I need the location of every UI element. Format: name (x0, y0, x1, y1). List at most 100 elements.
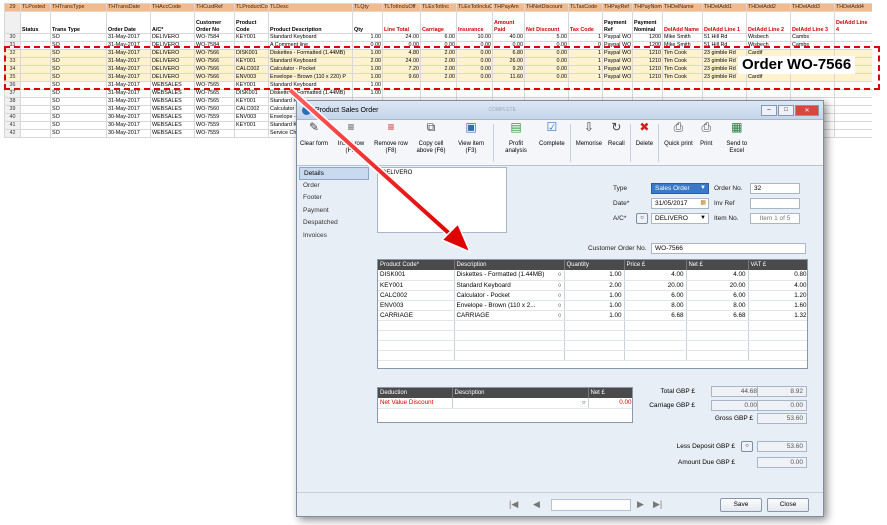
sheet-cell[interactable]: Mike Smith (662, 33, 703, 42)
sheet-cell[interactable]: WO-7566 (194, 73, 235, 82)
sheet-cell[interactable]: WO-7584 (194, 41, 235, 50)
sheet-cell[interactable] (20, 121, 51, 130)
row-number[interactable]: 29 (4, 3, 21, 12)
sheet-cell[interactable]: 10.00 (456, 33, 493, 42)
empty-cell[interactable] (564, 350, 625, 361)
sheet-cell[interactable] (420, 89, 457, 98)
deduction-net[interactable]: 0.00 (588, 398, 632, 409)
sheet-cell[interactable] (834, 121, 872, 130)
sheet-cell[interactable]: 0.00 (456, 41, 493, 50)
sheet-cell[interactable]: Wisbech (746, 41, 791, 50)
sheet-cell[interactable]: CALC002 (234, 65, 269, 74)
empty-cell[interactable] (454, 340, 565, 351)
sheet-cell[interactable]: Product Code (234, 11, 269, 34)
sheet-cell[interactable]: TLExTotIncluOff (456, 3, 493, 12)
sheet-cell[interactable]: Payment Nominal (632, 11, 663, 34)
sheet-cell[interactable]: Diskettes - Formatted (1.44MB) (268, 89, 353, 98)
order-line-row[interactable]: CALC002 Calculator - Pocket ○ 1.00 6.00 6.00 1… (378, 290, 807, 301)
empty-cell[interactable] (378, 340, 455, 351)
row-number[interactable]: 32 (4, 49, 21, 58)
line-vat[interactable]: 0.80 (748, 270, 807, 281)
nav-footer[interactable]: Footer (299, 192, 369, 205)
sheet-cell[interactable]: 1210 (632, 65, 663, 74)
sheet-cell[interactable]: 2.00 (420, 65, 457, 74)
line-net[interactable]: 8.00 (686, 300, 749, 311)
sheet-cell[interactable]: Carriage (420, 11, 457, 34)
sheet-cell[interactable]: 9.20 (492, 65, 525, 74)
sheet-cell[interactable]: SO (50, 121, 107, 130)
sheet-cell[interactable] (20, 41, 51, 50)
empty-cell[interactable] (624, 350, 687, 361)
sheet-cell[interactable] (20, 113, 51, 122)
print-button[interactable]: ⎙ Print (696, 121, 717, 148)
line-desc[interactable]: Standard Keyboard ○ (454, 280, 565, 291)
sheet-cell[interactable] (20, 73, 51, 82)
sheet-cell[interactable]: Cambs (790, 33, 835, 42)
sheet-cell[interactable] (20, 81, 51, 90)
sheet-cell[interactable]: WEBSALES (150, 129, 195, 138)
sheet-cell[interactable] (20, 89, 51, 98)
sheet-cell[interactable] (492, 81, 525, 90)
column-header[interactable]: Net £ (588, 388, 632, 398)
sheet-cell[interactable]: WO-7559 (194, 121, 235, 130)
row-number[interactable]: 33 (4, 57, 21, 66)
lookup-icon[interactable]: ○ (558, 292, 562, 299)
sheet-cell[interactable]: 31-May-2017 (106, 49, 151, 58)
sheet-cell[interactable]: Envelope - Brown (110 x 220) P (268, 73, 353, 82)
sheet-cell[interactable]: 0.00 (524, 41, 569, 50)
sheet-cell[interactable]: 1.00 (352, 49, 383, 58)
sheet-cell[interactable]: WEBSALES (150, 105, 195, 114)
sheet-cell[interactable]: DelAdd Line 2 (746, 11, 791, 34)
line-qty[interactable]: 1.00 (564, 270, 625, 281)
sheet-cell[interactable] (20, 105, 51, 114)
line-net[interactable]: 4.00 (686, 270, 749, 281)
empty-line-row[interactable] (378, 320, 807, 331)
sheet-cell[interactable]: 0.00 (524, 73, 569, 82)
sheet-cell[interactable]: Customer Order No (194, 11, 235, 34)
sheet-cell[interactable]: A Comment line (268, 41, 353, 50)
sheet-cell[interactable]: Wisbech (746, 33, 791, 42)
next-record-icon[interactable]: ▶ (637, 499, 644, 510)
excel-button[interactable]: ▦ Send to Excel (717, 121, 757, 154)
empty-cell[interactable] (454, 330, 565, 341)
empty-cell[interactable] (454, 320, 565, 331)
nav-despatched[interactable]: Despatched (299, 217, 369, 230)
column-header[interactable]: Price £ (624, 260, 687, 270)
first-record-icon[interactable]: |◀ (509, 499, 518, 510)
sheet-cell[interactable]: 40.00 (492, 33, 525, 42)
sheet-cell[interactable] (602, 81, 633, 90)
sheet-cell[interactable]: SO (50, 97, 107, 106)
sheet-cell[interactable] (382, 81, 421, 90)
sheet-cell[interactable]: 2.00 (420, 49, 457, 58)
sheet-cell[interactable]: Paypal WO (602, 73, 633, 82)
sheet-cell[interactable]: Insurance (456, 11, 493, 34)
sheet-cell[interactable]: 0.00 (456, 73, 493, 82)
insert-row-button[interactable]: ≡ Insert row (F7) (331, 121, 371, 154)
deduction-desc-cell[interactable]: ○ (452, 398, 589, 409)
sheet-cell[interactable]: SO (50, 57, 107, 66)
column-header[interactable]: Quantity (564, 260, 625, 270)
line-price[interactable]: 6.68 (624, 310, 687, 321)
sheet-cell[interactable]: 1 (568, 49, 603, 58)
save-button[interactable]: Save (720, 498, 762, 512)
close-window-button[interactable]: ✕ (795, 104, 819, 116)
sheet-cell[interactable]: Line Total (382, 11, 421, 34)
empty-cell[interactable] (686, 330, 749, 341)
sheet-cell[interactable]: 0.00 (524, 65, 569, 74)
sheet-cell[interactable]: THDelAdd2 (746, 3, 791, 12)
lookup-icon[interactable]: ○ (558, 302, 562, 309)
line-desc[interactable]: Diskettes - Formatted (1.44MB) ○ (454, 270, 565, 281)
sheet-cell[interactable]: 30-May-2017 (106, 113, 151, 122)
sheet-cell[interactable]: 24.00 (382, 33, 421, 42)
sheet-cell[interactable]: SO (50, 105, 107, 114)
sheet-cell[interactable]: Trans Type (50, 11, 107, 34)
empty-line-row[interactable] (378, 340, 807, 351)
sheet-cell[interactable]: THDelAdd1 (702, 3, 747, 12)
sheet-cell[interactable]: 31-May-2017 (106, 97, 151, 106)
empty-cell[interactable] (748, 320, 807, 331)
sheet-cell[interactable]: KEY001 (234, 33, 269, 42)
sheet-cell[interactable]: ENV003 (234, 113, 269, 122)
sheet-cell[interactable]: SO (50, 65, 107, 74)
sheet-cell[interactable]: THDelAdd3 (790, 3, 835, 12)
sheet-cell[interactable]: Tim Cook (662, 73, 703, 82)
